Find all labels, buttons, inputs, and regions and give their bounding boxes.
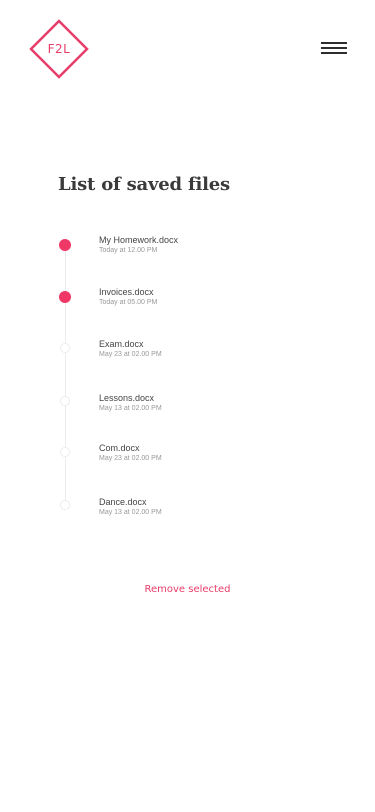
file-item-lessons[interactable]: Lessons.docx May 13 at 02.00 PM (58, 393, 258, 433)
file-date: Today at 12.00 PM (99, 247, 158, 254)
file-name: Invoices.docx (99, 287, 154, 297)
logo-text: F2L (47, 42, 71, 56)
file-date: Today at 05.00 PM (99, 299, 158, 306)
file-date: May 23 at 02.00 PM (99, 455, 162, 462)
file-item-dance[interactable]: Dance.docx May 13 at 02.00 PM (58, 497, 258, 537)
file-timeline: My Homework.docx Today at 12.00 PM Invoi… (0, 0, 375, 812)
menu-line (321, 52, 347, 54)
selection-dot-icon[interactable] (60, 447, 70, 457)
file-name: Exam.docx (99, 339, 144, 349)
selection-dot-icon[interactable] (60, 500, 70, 510)
remove-selected-button[interactable]: Remove selected (0, 584, 375, 595)
file-date: May 13 at 02.00 PM (99, 405, 162, 412)
file-item-com[interactable]: Com.docx May 23 at 02.00 PM (58, 443, 258, 483)
file-name: Dance.docx (99, 497, 147, 507)
file-item-exam[interactable]: Exam.docx May 23 at 02.00 PM (58, 339, 258, 379)
menu-line (321, 42, 347, 44)
file-name: My Homework.docx (99, 235, 179, 245)
selection-dot-icon[interactable] (60, 396, 70, 406)
page-title: List of saved files (58, 174, 230, 195)
file-name: Com.docx (99, 443, 140, 453)
menu-line (321, 47, 347, 49)
hamburger-menu-icon[interactable] (321, 41, 348, 57)
file-item-my-homework[interactable]: My Homework.docx Today at 12.00 PM (58, 235, 258, 275)
selection-dot-icon[interactable] (59, 291, 71, 303)
file-item-invoices[interactable]: Invoices.docx Today at 05.00 PM (58, 287, 258, 327)
selection-dot-icon[interactable] (59, 239, 71, 251)
selection-dot-icon[interactable] (60, 343, 70, 353)
file-name: Lessons.docx (99, 393, 155, 403)
logo[interactable]: F2L (29, 19, 89, 79)
file-date: May 13 at 02.00 PM (99, 509, 162, 516)
file-date: May 23 at 02.00 PM (99, 351, 162, 358)
